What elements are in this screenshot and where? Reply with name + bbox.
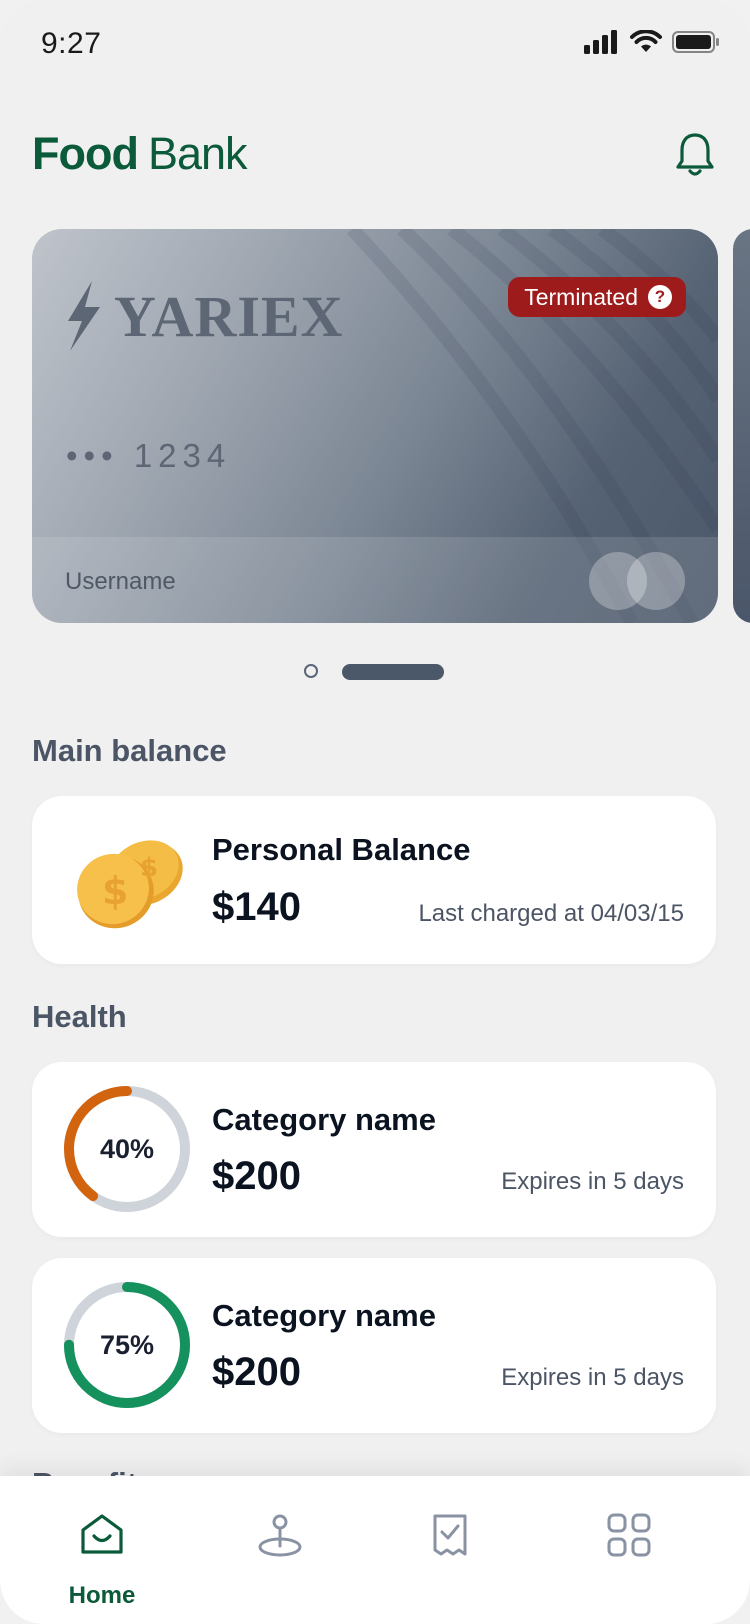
category-amount: $200 xyxy=(212,1350,301,1394)
section-title-health: Health xyxy=(32,999,127,1034)
health-category-card[interactable]: 40% Category name $200 Expires in 5 days xyxy=(32,1062,716,1237)
tab-receipts[interactable] xyxy=(380,1476,520,1624)
card-brand-name: YARIEX xyxy=(114,283,344,349)
category-amount: $200 xyxy=(212,1154,301,1198)
tab-home-label: Home xyxy=(68,1582,136,1609)
battery-icon xyxy=(672,31,719,53)
tab-home[interactable]: Home xyxy=(32,1476,172,1624)
card-status-badge[interactable]: Terminated ? xyxy=(508,277,686,317)
receipt-icon xyxy=(433,1514,467,1556)
app-title-regular: Bank xyxy=(147,128,248,179)
progress-percent: 75% xyxy=(99,1329,155,1360)
grid-icon xyxy=(607,1513,651,1557)
lightning-bolt-icon xyxy=(68,281,100,351)
carousel-dot[interactable] xyxy=(304,664,318,678)
tab-location[interactable] xyxy=(210,1476,350,1624)
app-screen: 9:27 Food Bank YARIEX Terminated ? ••• 1… xyxy=(0,0,750,1624)
card-holder: Username xyxy=(65,568,176,595)
balance-amount: $140 xyxy=(212,885,301,929)
category-expiry: Expires in 5 days xyxy=(501,1364,684,1391)
category-name: Category name xyxy=(212,1298,436,1333)
wifi-icon xyxy=(630,30,662,52)
card-network-logo xyxy=(589,552,685,610)
carousel-dot-active[interactable] xyxy=(342,664,444,680)
home-icon xyxy=(81,1514,123,1554)
cellular-signal-icon xyxy=(584,30,617,54)
next-card-peek[interactable] xyxy=(733,229,750,623)
notification-bell-icon[interactable] xyxy=(673,130,717,178)
svg-text:$: $ xyxy=(140,853,158,883)
status-icons xyxy=(584,30,720,54)
category-name: Category name xyxy=(212,1102,436,1137)
help-icon[interactable]: ? xyxy=(648,285,672,309)
balance-card[interactable]: $ $ Personal Balance $140 Last charged a… xyxy=(32,796,716,964)
svg-text:$: $ xyxy=(102,869,128,913)
balance-title: Personal Balance xyxy=(212,832,471,867)
category-expiry: Expires in 5 days xyxy=(501,1168,684,1195)
section-title-main-balance: Main balance xyxy=(32,733,227,768)
status-time: 9:27 xyxy=(41,27,102,60)
location-pin-icon xyxy=(258,1514,302,1557)
bottom-tab-bar: Home xyxy=(0,1476,750,1624)
health-category-card[interactable]: 75% Category name $200 Expires in 5 days xyxy=(32,1258,716,1433)
card-status-label: Terminated xyxy=(524,283,638,310)
coins-icon: $ $ xyxy=(77,840,183,929)
app-title-bold: Food xyxy=(32,128,139,179)
progress-percent: 40% xyxy=(99,1133,155,1164)
balance-last-charged: Last charged at 04/03/15 xyxy=(418,900,684,927)
card-number: ••• 1234 xyxy=(66,437,232,474)
payment-card[interactable]: YARIEX Terminated ? ••• 1234 Username xyxy=(32,229,718,623)
app-title: Food Bank xyxy=(32,128,248,180)
tab-more[interactable] xyxy=(559,1476,699,1624)
card-brand-logo: YARIEX xyxy=(64,281,343,351)
